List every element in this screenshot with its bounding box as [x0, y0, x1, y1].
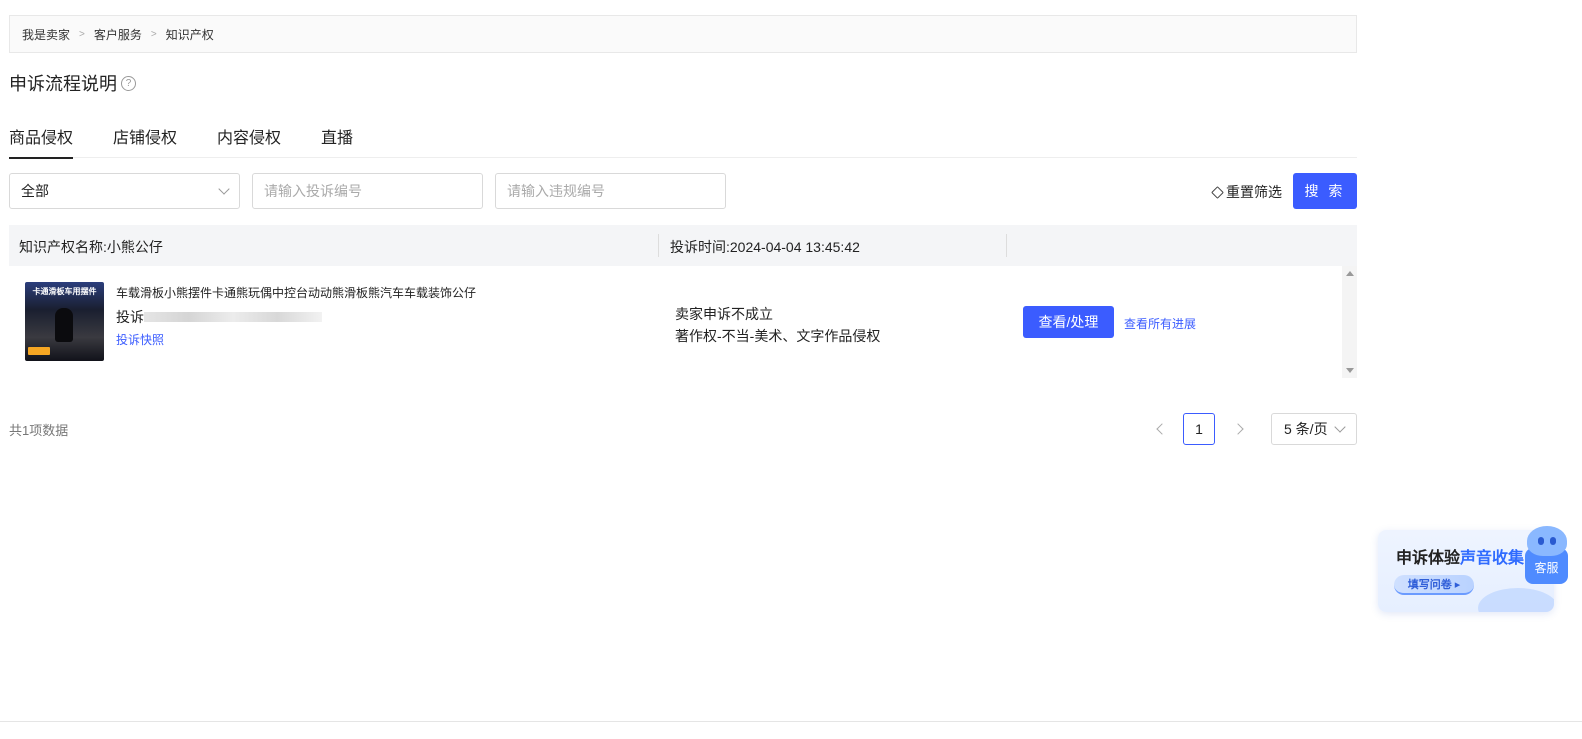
type-select[interactable]: 全部: [9, 173, 240, 209]
complaint-snapshot-link[interactable]: 投诉快照: [116, 331, 164, 348]
row-scrollbar[interactable]: [1342, 266, 1357, 378]
bottom-divider: [0, 721, 1582, 722]
chevron-right-icon: [1231, 423, 1244, 435]
chevron-down-icon: [218, 183, 230, 195]
breadcrumb-separator: >: [79, 28, 85, 40]
reset-filters-label: 重置筛选: [1226, 184, 1282, 200]
scroll-up-arrow-icon[interactable]: [1346, 271, 1354, 276]
chevron-left-icon: [1155, 423, 1168, 435]
table-header: 知识产权名称:小熊公仔 投诉时间:2024-04-04 13:45:42: [9, 225, 1357, 266]
breadcrumb: 我是卖家 > 客户服务 > 知识产权: [9, 15, 1357, 53]
product-thumbnail[interactable]: 卡通滑板车用摆件: [25, 282, 104, 361]
survey-title-highlight: 声音收集: [1460, 550, 1525, 567]
eraser-icon: [1211, 185, 1224, 199]
bear-figure-image: [55, 308, 73, 342]
robot-icon: [1527, 526, 1567, 556]
view-handle-button[interactable]: 查看/处理: [1023, 306, 1114, 338]
thumbnail-caption: 卡通滑板车用摆件: [32, 287, 97, 296]
total-count: 共1项数据: [9, 423, 69, 438]
product-name: 车载滑板小熊摆件卡通熊玩偶中控台动动熊滑板熊汽车车载装饰公仔: [116, 286, 477, 300]
breadcrumb-item-customer-service[interactable]: 客户服务: [94, 26, 142, 43]
tab-live-stream[interactable]: 直播: [321, 112, 353, 158]
prev-page-button[interactable]: [1152, 413, 1168, 445]
ip-name: 知识产权名称:小熊公仔: [19, 239, 163, 255]
next-page-button[interactable]: [1231, 413, 1247, 445]
reset-filters-button[interactable]: 重置筛选: [1211, 182, 1282, 202]
survey-title-plain: 申诉体验: [1396, 550, 1461, 567]
fill-survey-button[interactable]: 填写问卷 ▸: [1394, 575, 1474, 595]
complaint-number-prefix: 投诉: [116, 309, 144, 325]
tab-content-infringement[interactable]: 内容侵权: [217, 112, 281, 158]
table-row: 卡通滑板车用摆件 车载滑板小熊摆件卡通熊玩偶中控台动动熊滑板熊汽车车载装饰公仔 …: [9, 266, 1357, 378]
survey-title: 申诉体验声音收集: [1396, 544, 1524, 568]
breadcrumb-separator: >: [150, 28, 157, 40]
violation-number-input[interactable]: 请输入违规编号: [495, 173, 726, 209]
tab-store-infringement[interactable]: 店铺侵权: [113, 112, 177, 158]
chevron-down-icon: [1334, 421, 1346, 433]
violation-reason: 著作权-不当-美术、文字作品侵权: [675, 328, 881, 344]
thumbnail-badge: [28, 347, 50, 355]
complaint-number: 投诉: [116, 307, 322, 327]
page-number-current[interactable]: 1: [1183, 413, 1215, 445]
robot-eye: [1538, 537, 1544, 545]
robot-eye: [1550, 537, 1556, 545]
redacted-complaint-number: [144, 312, 322, 322]
tab-bar: 商品侵权 店铺侵权 内容侵权 直播: [9, 112, 1357, 159]
page-size-select[interactable]: 5 条/页: [1271, 413, 1357, 445]
help-icon[interactable]: ?: [121, 75, 136, 91]
column-divider: [1006, 234, 1007, 257]
status-text: 卖家申诉不成立: [675, 306, 773, 322]
complaint-status: 卖家申诉不成立 著作权-不当-美术、文字作品侵权: [675, 303, 880, 347]
page-title: 申诉流程说明 ?: [9, 70, 136, 96]
tab-product-infringement[interactable]: 商品侵权: [9, 112, 74, 159]
type-select-value: 全部: [21, 183, 49, 199]
column-divider: [658, 234, 659, 257]
breadcrumb-item-seller[interactable]: 我是卖家: [22, 26, 70, 43]
complaint-time: 投诉时间:2024-04-04 13:45:42: [670, 239, 860, 255]
scroll-down-arrow-icon[interactable]: [1346, 368, 1354, 373]
page-size-value: 5 条/页: [1284, 421, 1328, 437]
customer-service-button[interactable]: 客服: [1525, 526, 1568, 584]
decorative-blob: [1478, 588, 1554, 612]
search-button[interactable]: 搜 索: [1293, 173, 1357, 209]
breadcrumb-item-ip: 知识产权: [165, 27, 214, 42]
page-title-text: 申诉流程说明: [9, 74, 117, 94]
complaint-number-input[interactable]: 请输入投诉编号: [252, 173, 483, 209]
view-all-progress-link[interactable]: 查看所有进展: [1124, 315, 1196, 332]
filter-bar: 全部 请输入投诉编号 请输入违规编号 重置筛选 搜 索: [9, 173, 1357, 209]
